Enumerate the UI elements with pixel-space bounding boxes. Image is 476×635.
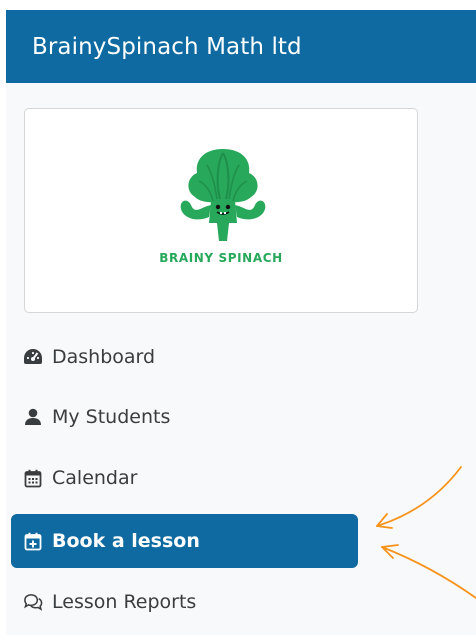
brand-title: BrainySpinach Math ltd bbox=[32, 33, 302, 60]
calendar-icon bbox=[23, 468, 43, 488]
screenshot-frame: BrainySpinach Math ltd BRAINY SPINACH Da… bbox=[0, 0, 476, 635]
logo-wordmark: BRAINY SPINACH bbox=[159, 251, 283, 265]
sidebar: BrainySpinach Math ltd BRAINY SPINACH Da… bbox=[6, 10, 476, 635]
comments-icon bbox=[23, 592, 43, 612]
sidebar-item-book-a-lesson[interactable]: Book a lesson bbox=[11, 514, 358, 568]
sidebar-item-label: Lesson Reports bbox=[52, 591, 197, 613]
sidebar-item-label: Dashboard bbox=[52, 346, 156, 368]
sidebar-item-label: My Students bbox=[52, 406, 171, 428]
user-icon bbox=[23, 407, 43, 427]
calendar-plus-icon bbox=[23, 531, 43, 551]
sidebar-item-label: Book a lesson bbox=[52, 530, 200, 552]
sidebar-item-calendar[interactable]: Calendar bbox=[11, 451, 358, 505]
sidebar-item-dashboard[interactable]: Dashboard bbox=[11, 330, 358, 384]
sidebar-item-my-students[interactable]: My Students bbox=[11, 390, 358, 444]
logo-card[interactable]: BRAINY SPINACH bbox=[24, 108, 418, 313]
spinach-mascot-icon bbox=[180, 149, 266, 241]
tachometer-icon bbox=[23, 347, 43, 367]
sidebar-item-label: Calendar bbox=[52, 467, 138, 489]
brand-header[interactable]: BrainySpinach Math ltd bbox=[6, 10, 476, 83]
sidebar-item-lesson-reports[interactable]: Lesson Reports bbox=[11, 575, 358, 629]
